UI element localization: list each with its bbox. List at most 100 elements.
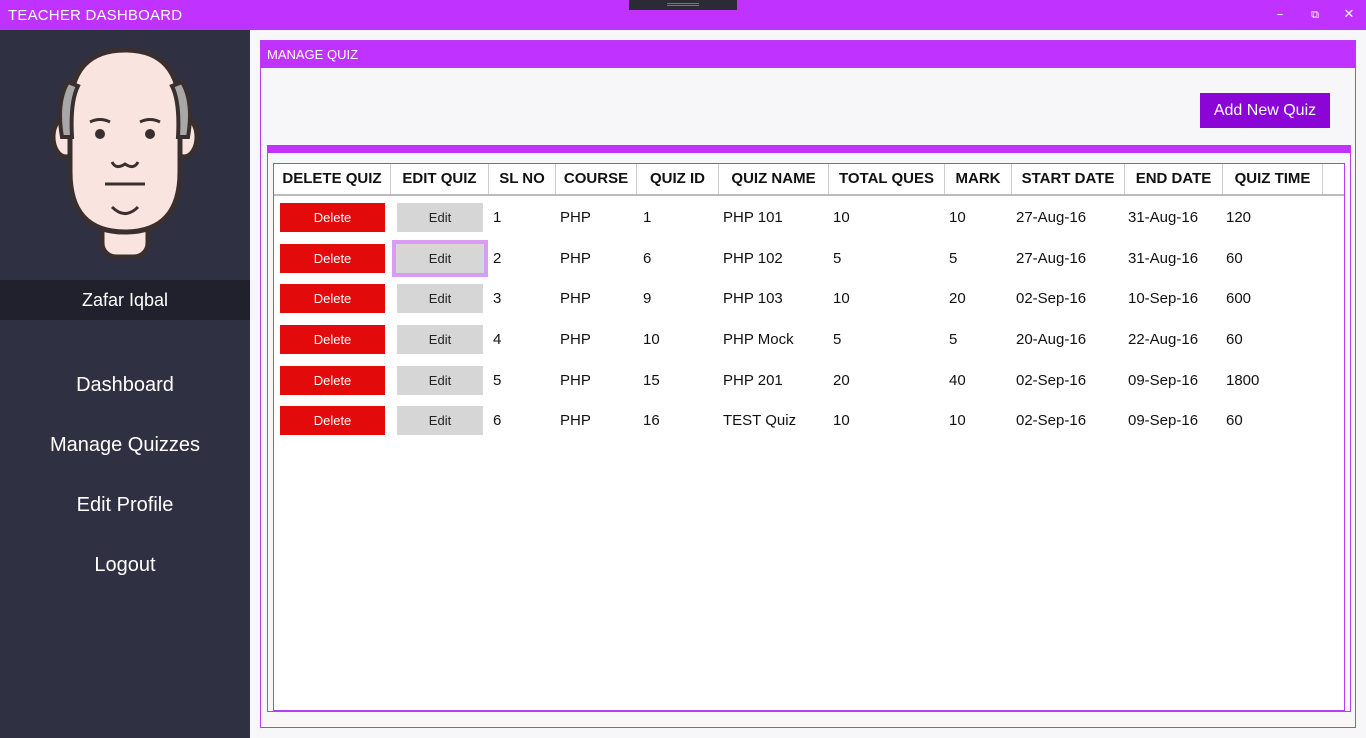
col-quiz-time[interactable]: QUIZ TIME xyxy=(1223,164,1323,194)
cell-start-date: 27-Aug-16 xyxy=(1016,250,1087,267)
cell-quiz-time: 60 xyxy=(1226,331,1243,348)
col-end-date[interactable]: END DATE xyxy=(1125,164,1223,194)
cell-quiz-name: PHP 102 xyxy=(723,250,783,267)
nav-dashboard[interactable]: Dashboard xyxy=(0,365,250,405)
cell-total-ques: 5 xyxy=(833,331,842,348)
cell-course: PHP xyxy=(560,412,591,429)
col-total-ques[interactable]: TOTAL QUES xyxy=(829,164,945,194)
cell-quiz-id: 1 xyxy=(643,209,652,226)
table-row: Delete Edit 3 PHP 9 PHP 103 10 20 02-Sep… xyxy=(274,279,1344,319)
cell-sl-no: 2 xyxy=(493,250,502,267)
cell-mark: 5 xyxy=(949,331,958,348)
restore-icon[interactable]: ⧉ xyxy=(1304,4,1326,26)
table-row: Delete Edit 4 PHP 10 PHP Mock 5 5 20-Aug… xyxy=(274,320,1344,360)
cell-total-ques: 20 xyxy=(833,372,850,389)
cell-quiz-name: PHP 101 xyxy=(723,209,783,226)
edit-button[interactable]: Edit xyxy=(397,284,483,313)
cell-quiz-time: 1800 xyxy=(1226,372,1260,389)
cell-total-ques: 10 xyxy=(833,209,850,226)
cell-sl-no: 1 xyxy=(493,209,502,226)
col-quiz-id[interactable]: QUIZ ID xyxy=(637,164,719,194)
minimize-icon[interactable]: – xyxy=(1269,4,1291,26)
delete-button[interactable]: Delete xyxy=(280,244,385,273)
delete-button[interactable]: Delete xyxy=(280,325,385,354)
cell-end-date: 22-Aug-16 xyxy=(1128,331,1199,348)
delete-button[interactable]: Delete xyxy=(280,406,385,435)
cell-quiz-name: PHP Mock xyxy=(723,331,794,348)
cell-start-date: 02-Sep-16 xyxy=(1016,412,1087,429)
title-bar: TEACHER DASHBOARD – ⧉ ✕ xyxy=(0,0,1366,30)
nav-logout[interactable]: Logout xyxy=(0,545,250,585)
nav-edit-profile[interactable]: Edit Profile xyxy=(0,485,250,525)
cell-course: PHP xyxy=(560,331,591,348)
cell-mark: 5 xyxy=(949,250,958,267)
col-delete-quiz[interactable]: DELETE QUIZ xyxy=(274,164,391,194)
cell-course: PHP xyxy=(560,372,591,389)
sidebar: Zafar Iqbal Dashboard Manage Quizzes Edi… xyxy=(0,30,250,738)
col-course[interactable]: COURSE xyxy=(556,164,637,194)
cell-quiz-id: 15 xyxy=(643,372,660,389)
cell-sl-no: 6 xyxy=(493,412,502,429)
cell-quiz-id: 9 xyxy=(643,290,652,307)
drag-grip[interactable] xyxy=(629,0,737,10)
cell-sl-no: 4 xyxy=(493,331,502,348)
col-start-date[interactable]: START DATE xyxy=(1012,164,1125,194)
add-new-quiz-button[interactable]: Add New Quiz xyxy=(1200,93,1330,128)
edit-button[interactable]: Edit xyxy=(397,325,483,354)
manage-quiz-panel: MANAGE QUIZ Add New Quiz DELETE QUIZ EDI… xyxy=(260,40,1356,728)
edit-button[interactable]: Edit xyxy=(397,203,483,232)
table-row: Delete Edit 2 PHP 6 PHP 102 5 5 27-Aug-1… xyxy=(274,239,1344,279)
cell-start-date: 20-Aug-16 xyxy=(1016,331,1087,348)
table-row: Delete Edit 5 PHP 15 PHP 201 20 40 02-Se… xyxy=(274,361,1344,401)
cell-mark: 10 xyxy=(949,209,966,226)
cell-end-date: 09-Sep-16 xyxy=(1128,372,1199,389)
cell-sl-no: 3 xyxy=(493,290,502,307)
edit-button[interactable]: Edit xyxy=(397,406,483,435)
cell-course: PHP xyxy=(560,250,591,267)
cell-total-ques: 10 xyxy=(833,412,850,429)
col-quiz-name[interactable]: QUIZ NAME xyxy=(719,164,829,194)
table-row: Delete Edit 1 PHP 1 PHP 101 10 10 27-Aug… xyxy=(274,198,1344,238)
nav-manage-quizzes[interactable]: Manage Quizzes xyxy=(0,425,250,465)
cell-quiz-id: 6 xyxy=(643,250,652,267)
delete-button[interactable]: Delete xyxy=(280,366,385,395)
cell-quiz-time: 120 xyxy=(1226,209,1252,226)
cell-end-date: 31-Aug-16 xyxy=(1128,209,1199,226)
delete-button[interactable]: Delete xyxy=(280,203,385,232)
delete-button[interactable]: Delete xyxy=(280,284,385,313)
table-header: DELETE QUIZ EDIT QUIZ SL NO COURSE QUIZ … xyxy=(274,164,1344,196)
cell-total-ques: 10 xyxy=(833,290,850,307)
user-name: Zafar Iqbal xyxy=(0,280,250,320)
cell-end-date: 31-Aug-16 xyxy=(1128,250,1199,267)
cell-quiz-time: 600 xyxy=(1226,290,1252,307)
cell-course: PHP xyxy=(560,290,591,307)
close-icon[interactable]: ✕ xyxy=(1338,4,1360,26)
edit-button[interactable]: Edit xyxy=(397,366,483,395)
window-title: TEACHER DASHBOARD xyxy=(8,7,183,24)
cell-end-date: 09-Sep-16 xyxy=(1128,412,1199,429)
panel-title: MANAGE QUIZ xyxy=(261,41,1355,68)
cell-quiz-time: 60 xyxy=(1226,250,1243,267)
cell-mark: 20 xyxy=(949,290,966,307)
col-sl-no[interactable]: SL NO xyxy=(489,164,556,194)
cell-quiz-name: PHP 201 xyxy=(723,372,783,389)
cell-total-ques: 5 xyxy=(833,250,842,267)
cell-quiz-id: 10 xyxy=(643,331,660,348)
cell-quiz-name: TEST Quiz xyxy=(723,412,797,429)
cell-mark: 10 xyxy=(949,412,966,429)
col-mark[interactable]: MARK xyxy=(945,164,1012,194)
cell-sl-no: 5 xyxy=(493,372,502,389)
edit-button[interactable]: Edit xyxy=(392,240,488,277)
cell-mark: 40 xyxy=(949,372,966,389)
cell-quiz-id: 16 xyxy=(643,412,660,429)
quiz-table: DELETE QUIZ EDIT QUIZ SL NO COURSE QUIZ … xyxy=(273,163,1345,711)
cell-end-date: 10-Sep-16 xyxy=(1128,290,1199,307)
cell-start-date: 02-Sep-16 xyxy=(1016,290,1087,307)
cell-course: PHP xyxy=(560,209,591,226)
avatar xyxy=(50,47,200,260)
cell-quiz-name: PHP 103 xyxy=(723,290,783,307)
cell-start-date: 27-Aug-16 xyxy=(1016,209,1087,226)
cell-start-date: 02-Sep-16 xyxy=(1016,372,1087,389)
table-row: Delete Edit 6 PHP 16 TEST Quiz 10 10 02-… xyxy=(274,401,1344,441)
col-edit-quiz[interactable]: EDIT QUIZ xyxy=(391,164,489,194)
